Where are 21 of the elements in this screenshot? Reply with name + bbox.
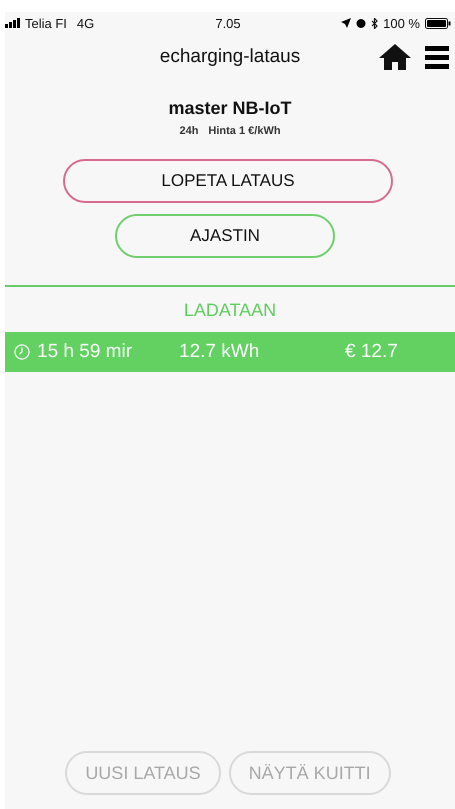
timer-button[interactable]: AJASTIN	[115, 214, 335, 258]
network-type: 4G	[76, 16, 94, 30]
carrier: Telia FI	[25, 16, 67, 30]
signal-icon	[5, 18, 21, 28]
charging-duration: 15 h 59 mir	[37, 341, 134, 363]
menu-icon[interactable]	[425, 45, 449, 69]
charging-cost: € 12.7	[345, 341, 399, 363]
clock-time: 7.05	[215, 16, 241, 30]
app-title: echarging-lataus	[160, 46, 300, 68]
battery-icon	[425, 18, 451, 28]
stop-charging-button[interactable]: LOPETA LATAUS	[63, 159, 393, 203]
charging-period: 24h	[179, 125, 198, 137]
energy-amount: 12.7 kWh	[179, 341, 260, 363]
bluetooth-icon	[371, 18, 378, 28]
battery-percent: 100 %	[383, 16, 420, 30]
location-icon	[341, 18, 352, 28]
clock-icon	[14, 344, 30, 360]
home-icon[interactable]	[379, 44, 411, 70]
charging-status: LADATAAN	[184, 300, 276, 321]
price-label: Hinta 1 €/kWh	[208, 125, 281, 137]
device-name: master NB-IoT	[168, 98, 292, 119]
